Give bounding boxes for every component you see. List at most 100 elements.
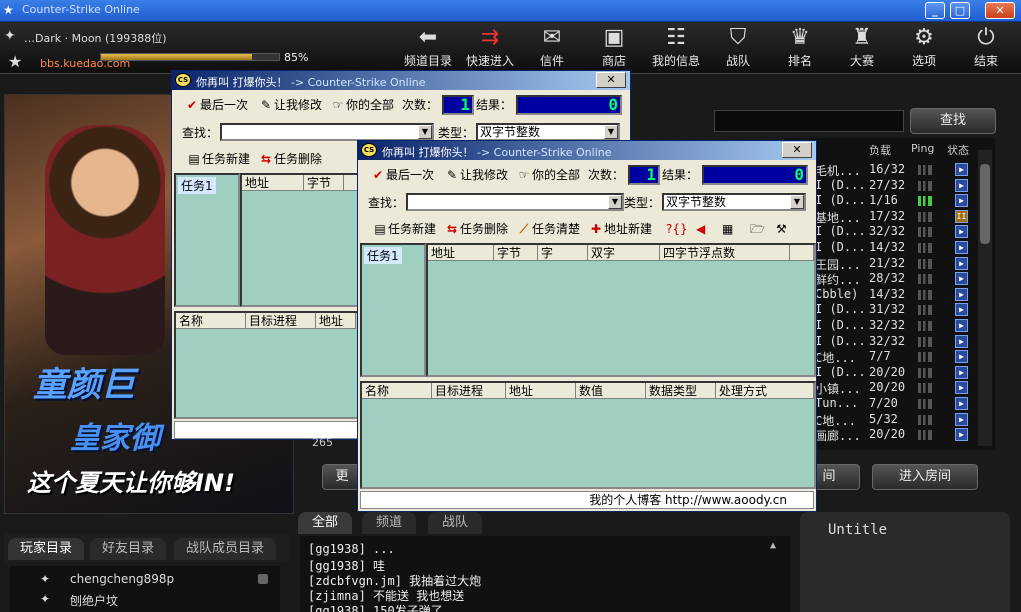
- col-address[interactable]: 地址: [506, 383, 576, 399]
- col-data-type[interactable]: 数据类型: [646, 383, 716, 399]
- help-icon[interactable]: ?{}: [666, 219, 688, 240]
- tournament-button[interactable]: ♜ 大赛: [834, 24, 890, 72]
- play-icon: ▶: [955, 194, 968, 208]
- task-delete-button[interactable]: ⇆ 任务删除: [258, 149, 322, 170]
- chevron-down-icon[interactable]: ▼: [418, 125, 432, 139]
- chevron-down-icon[interactable]: ▼: [608, 195, 622, 209]
- tab-clan-members[interactable]: 战队成员目录: [174, 538, 277, 560]
- tab-chat-channel[interactable]: 频道: [362, 512, 417, 534]
- site-watermark: bbs.kuedao.com: [40, 57, 131, 70]
- find-combo[interactable]: ▼: [220, 123, 434, 141]
- address-new-button[interactable]: ✚ 地址新建: [588, 219, 652, 240]
- minimize-button[interactable]: _: [925, 2, 945, 19]
- col-byte[interactable]: 字节: [304, 175, 344, 191]
- tab-chat-clan[interactable]: 战队: [428, 512, 483, 534]
- type-combo[interactable]: 双字节整数 ▼: [476, 123, 620, 141]
- chat-tabs: 全部 频道 战队: [296, 510, 796, 536]
- tool-close-button[interactable]: ✕: [596, 72, 626, 88]
- ping-icon: [918, 430, 932, 441]
- quick-join-button[interactable]: ⇉ 快速进入: [462, 24, 518, 72]
- col-load: 负载: [869, 144, 891, 157]
- col-word[interactable]: 字: [538, 245, 588, 261]
- tool-close-button[interactable]: ✕: [782, 142, 812, 158]
- blog-link[interactable]: 我的个人博客 http://www.aoody.cn: [589, 492, 787, 508]
- folder-icon[interactable]: 🗁: [750, 219, 765, 240]
- play-icon: ▶: [955, 287, 968, 301]
- col-address[interactable]: 地址: [428, 245, 494, 261]
- modify-button[interactable]: ✎ 让我修改: [258, 95, 322, 116]
- task-list[interactable]: 任务1: [174, 173, 240, 307]
- mail-button[interactable]: ✉ 信件: [524, 24, 580, 72]
- memory-tool-window[interactable]: CS 你再叫 打爆你头！ -> Counter-Strike Online ✕ …: [357, 140, 817, 512]
- exit-button[interactable]: ⏻ 结束: [958, 24, 1014, 72]
- promo-character: [45, 125, 165, 355]
- all-button[interactable]: ☞ 你的全部: [330, 95, 394, 116]
- col-address[interactable]: 地址: [242, 175, 304, 191]
- type-combo[interactable]: 双字节整数 ▼: [662, 193, 806, 211]
- watch-table[interactable]: 名称 目标进程 地址 数值 数据类型 处理方式: [360, 381, 816, 489]
- tab-chat-all[interactable]: 全部: [298, 512, 353, 534]
- col-target-process[interactable]: 目标进程: [246, 313, 316, 329]
- find-label: 查找：: [368, 196, 405, 210]
- task-list[interactable]: 任务1: [360, 243, 426, 377]
- modify-button[interactable]: ✎ 让我修改: [444, 165, 508, 186]
- task-new-button[interactable]: ▤ 任务新建: [372, 219, 436, 240]
- col-target-process[interactable]: 目标进程: [432, 383, 506, 399]
- arrow-left-icon[interactable]: ◀: [696, 219, 705, 240]
- player-item[interactable]: chengcheng898p: [70, 572, 174, 586]
- col-value[interactable]: 数值: [576, 383, 646, 399]
- ranking-icon: ♛: [790, 25, 810, 50]
- more-button[interactable]: 更: [322, 464, 362, 490]
- maximize-button[interactable]: □: [950, 2, 970, 19]
- room-info-title: Untitle: [828, 522, 888, 538]
- chevron-down-icon[interactable]: ▼: [604, 125, 618, 139]
- last-button[interactable]: ✔ 最后一次: [370, 165, 434, 186]
- my-info-button[interactable]: ☷ 我的信息: [648, 24, 704, 72]
- last-button[interactable]: ✔ 最后一次: [184, 95, 248, 116]
- search-button[interactable]: 查找: [910, 108, 996, 134]
- tab-friends[interactable]: 好友目录: [90, 538, 167, 560]
- col-handling[interactable]: 处理方式: [716, 383, 814, 399]
- player-tabs: 玩家目录 好友目录 战队成员目录: [4, 534, 290, 562]
- col-byte[interactable]: 字节: [494, 245, 538, 261]
- ranking-button[interactable]: ♛ 排名: [772, 24, 828, 72]
- task-clear-button[interactable]: ⟋ 任务清楚: [516, 219, 580, 240]
- room-search-input[interactable]: [714, 110, 904, 132]
- close-button[interactable]: ✕: [985, 2, 1015, 19]
- window-title: Counter-Strike Online: [22, 3, 140, 16]
- channel-list-button[interactable]: ⬅ 频道目录: [400, 24, 456, 72]
- task-delete-button[interactable]: ⇆ 任务删除: [444, 219, 508, 240]
- chat-expand-icon[interactable]: ▲: [770, 540, 776, 551]
- tab-players[interactable]: 玩家目录: [8, 538, 85, 560]
- task-new-button[interactable]: ▤ 任务新建: [186, 149, 250, 170]
- rank-icon: ✦: [40, 592, 51, 606]
- chevron-down-icon[interactable]: ▼: [790, 195, 804, 209]
- task-item[interactable]: 任务1: [178, 177, 216, 194]
- col-float[interactable]: 四字节浮点数: [660, 245, 790, 261]
- tools-icon[interactable]: ⚒: [776, 219, 787, 240]
- shop-button[interactable]: ▣ 商店: [586, 24, 642, 72]
- ping-icon: [918, 336, 932, 347]
- save-icon[interactable]: ▦: [722, 219, 733, 240]
- task-item[interactable]: 任务1: [364, 247, 402, 264]
- clan-button[interactable]: ⛉ 战队: [710, 24, 766, 72]
- all-button[interactable]: ☞ 你的全部: [516, 165, 580, 186]
- col-dword[interactable]: 双字: [588, 245, 660, 261]
- player-list: ✦ chengcheng898p ✦ 刨绝户坟: [10, 566, 280, 612]
- result-value: 0: [702, 165, 808, 185]
- address-table[interactable]: 地址 字节 字 双字 四字节浮点数: [426, 243, 816, 377]
- scroll-thumb[interactable]: [980, 164, 990, 244]
- enter-room-button[interactable]: 进入房间: [872, 464, 978, 490]
- tool-logo-icon: CS: [175, 73, 191, 87]
- col-name[interactable]: 名称: [362, 383, 432, 399]
- room-load: 16/32: [869, 162, 906, 176]
- options-button[interactable]: ⚙ 选项: [896, 24, 952, 72]
- player-list-scroll-up[interactable]: [258, 574, 268, 584]
- room-name: I (D...: [815, 318, 866, 332]
- player-item[interactable]: 刨绝户坟: [70, 592, 118, 609]
- col-address[interactable]: 地址: [316, 313, 356, 329]
- room-list-scrollbar[interactable]: [978, 150, 992, 446]
- tournament-icon: ♜: [852, 25, 872, 50]
- find-combo[interactable]: ▼: [406, 193, 624, 211]
- col-name[interactable]: 名称: [176, 313, 246, 329]
